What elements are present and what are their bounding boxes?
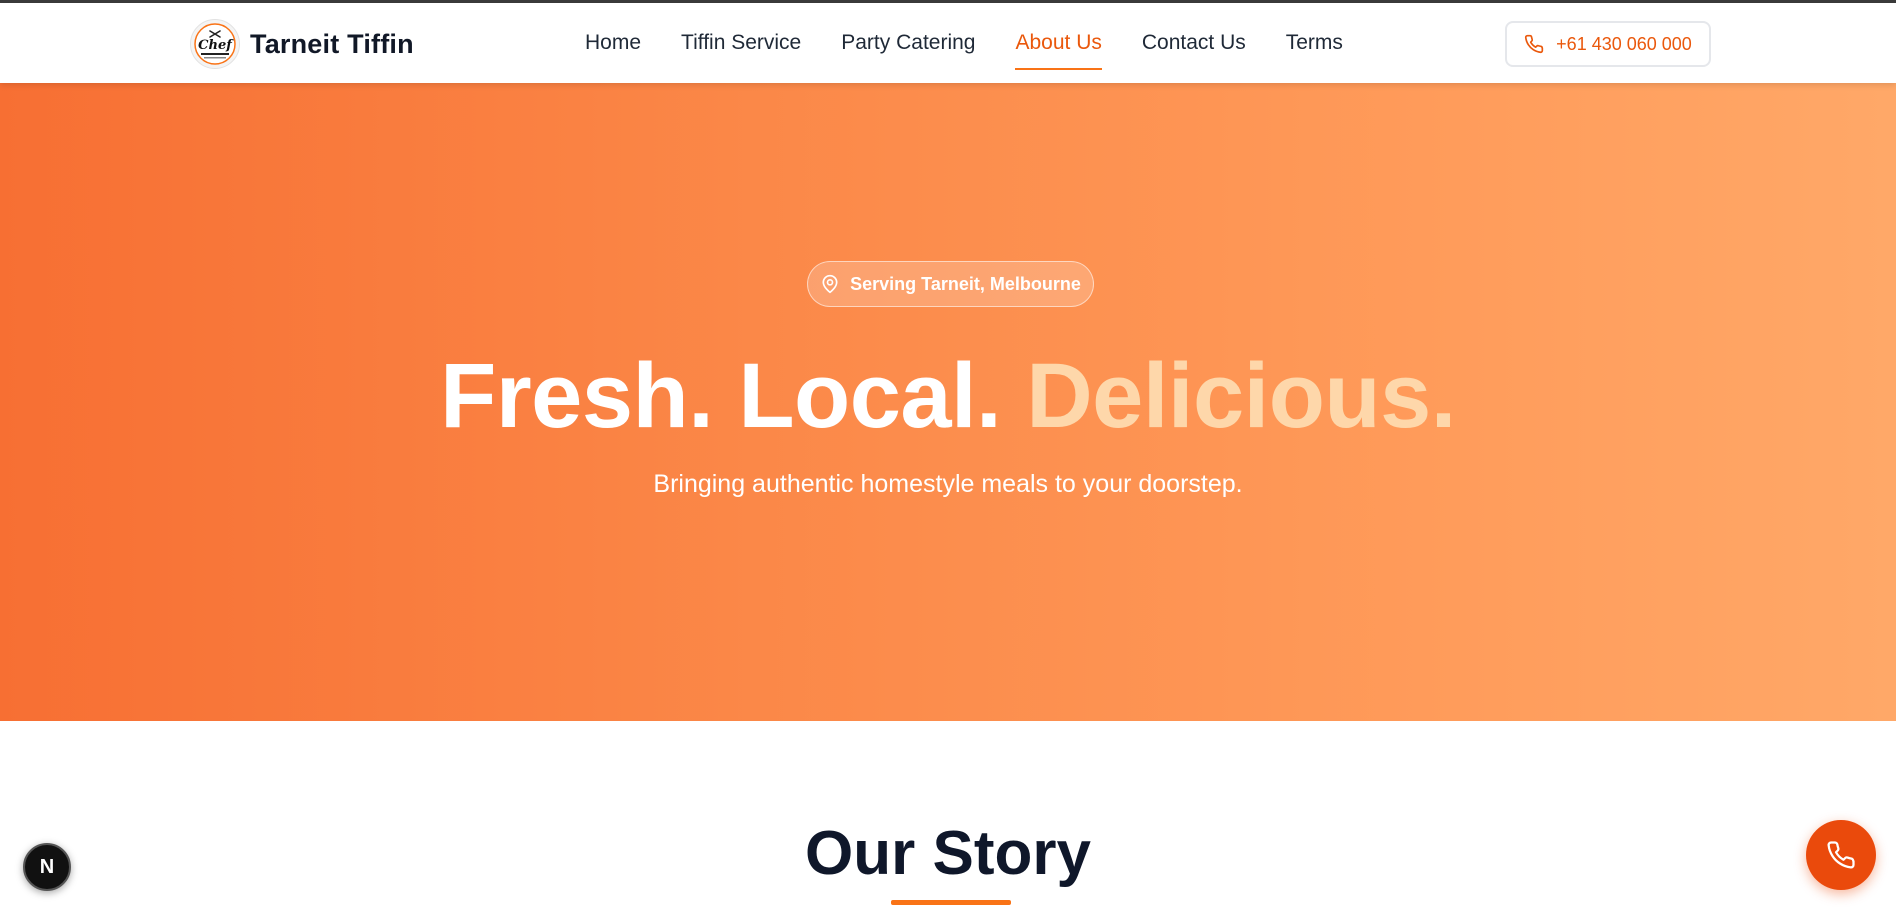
nav-contact-us[interactable]: Contact Us [1142, 3, 1246, 83]
brand-logo: Chef [190, 19, 240, 69]
page: Chef Tarneit Tiffin Home Tiffin Service … [0, 0, 1896, 909]
floating-call-button[interactable] [1806, 820, 1876, 890]
nav-tiffin-service[interactable]: Tiffin Service [681, 3, 801, 83]
nextjs-dev-badge[interactable]: N [23, 843, 71, 891]
nav-home[interactable]: Home [585, 3, 641, 83]
hero-title-main: Fresh. Local. [440, 345, 1027, 447]
nav-about-us[interactable]: About Us [1015, 3, 1103, 83]
next-badge-label: N [39, 855, 55, 878]
hero-subtitle: Bringing authentic homestyle meals to yo… [653, 470, 1243, 498]
header-phone-button[interactable]: +61 430 060 000 [1505, 21, 1711, 67]
phone-icon [1525, 34, 1544, 54]
site-header: Chef Tarneit Tiffin Home Tiffin Service … [0, 3, 1896, 83]
location-label: Serving Tarneit, Melbourne [850, 273, 1081, 294]
location-badge: Serving Tarneit, Melbourne [807, 261, 1094, 307]
svg-text:Chef: Chef [198, 38, 234, 53]
hero-section: Serving Tarneit, Melbourne Fresh. Local.… [0, 83, 1896, 721]
story-title-underline [891, 900, 1011, 905]
brand-link[interactable]: Chef Tarneit Tiffin [190, 19, 414, 69]
brand-name: Tarneit Tiffin [250, 28, 414, 59]
story-title: Our Story [805, 819, 1091, 888]
header-phone-label: +61 430 060 000 [1556, 33, 1692, 54]
hero-title: Fresh. Local. Delicious. [0, 341, 1896, 451]
map-pin-icon [822, 274, 838, 294]
chef-logo-icon: Chef [194, 23, 236, 65]
nav-party-catering[interactable]: Party Catering [841, 3, 975, 83]
phone-icon [1827, 841, 1855, 869]
nav-terms[interactable]: Terms [1286, 3, 1343, 83]
hero-title-accent: Delicious. [1026, 345, 1456, 447]
main-nav: Home Tiffin Service Party Catering About… [585, 3, 1343, 83]
